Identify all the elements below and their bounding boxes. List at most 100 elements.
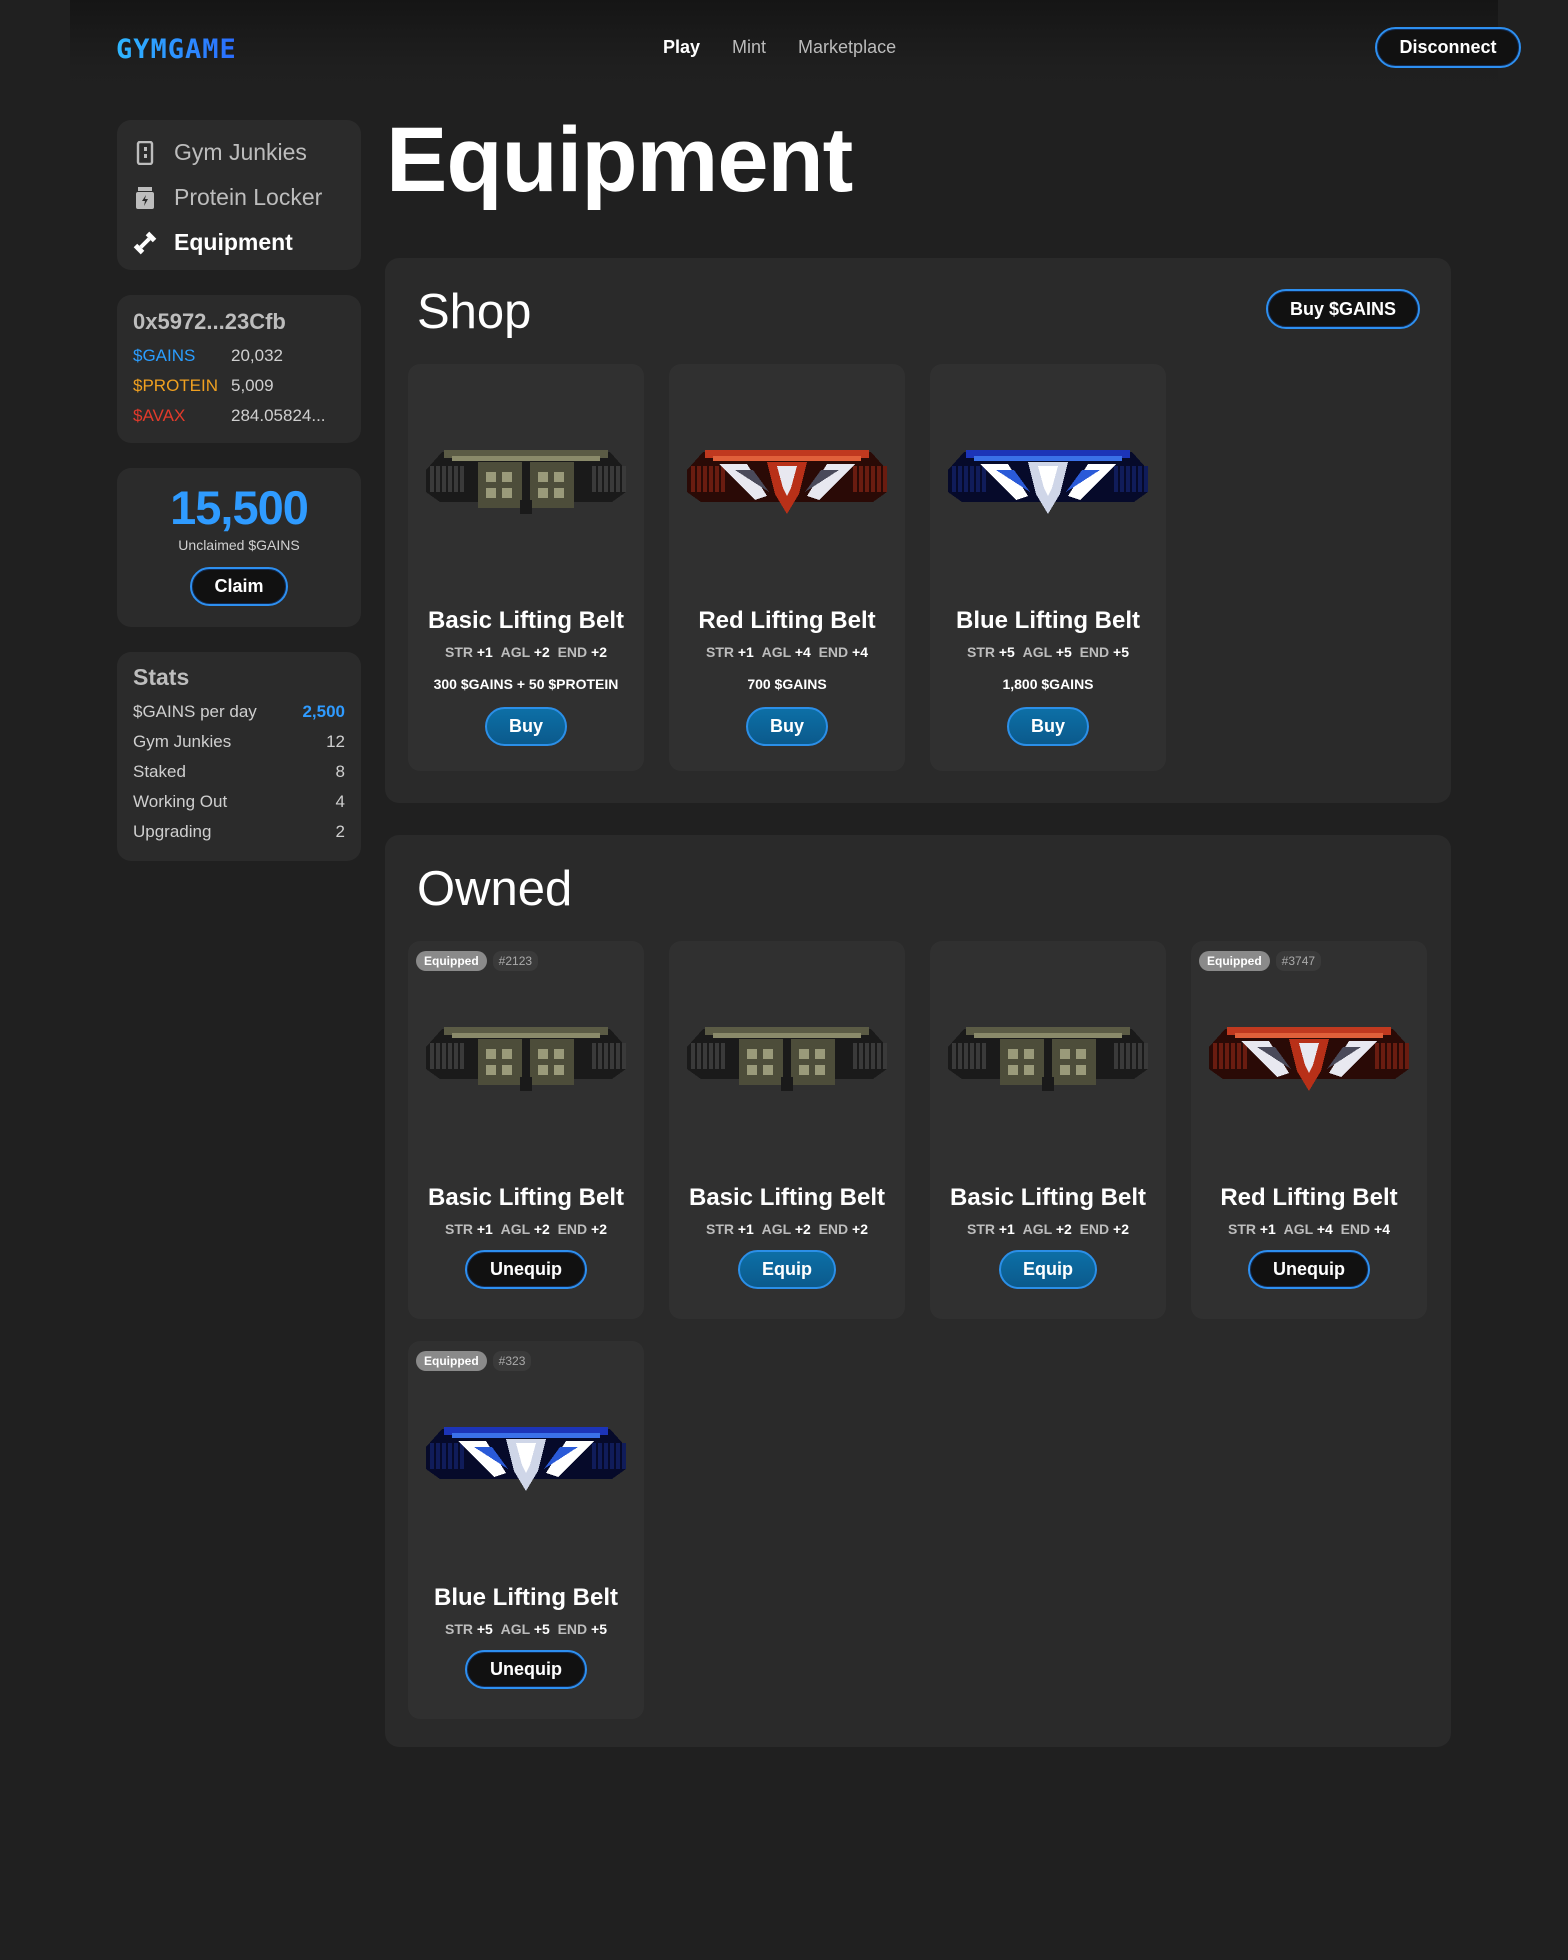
buy-button[interactable]: Buy [746,707,828,746]
stat-value: 4 [335,792,345,811]
item-stats: STR +5 AGL +5 END +5 [930,644,1166,660]
sidebar-item-gym-junkies[interactable]: Gym Junkies [117,130,361,175]
nav-marketplace[interactable]: Marketplace [798,37,896,58]
buy-gains-button[interactable]: Buy $GAINS [1266,289,1420,329]
stat-value: 2,500 [302,702,345,721]
balance-row-avax: $AVAX 284.05824... [133,401,345,431]
owned-item-card: Equipped #2123 Basic Lifting Belt STR +1 AG… [408,941,644,1319]
item-id: #2123 [492,951,539,971]
unclaimed-label: Unclaimed $GAINS [178,537,300,553]
sidebar-item-label: Equipment [174,229,293,255]
stat-row: Upgrading 2 [133,817,345,847]
item-id: #3747 [1275,951,1322,971]
stat-end: END +2 [1079,1221,1129,1237]
token-value: 284.05824... [231,406,326,425]
stat-label: $GAINS per day [133,702,257,721]
stat-label: Upgrading [133,822,212,841]
item-name: Blue Lifting Belt [956,607,1140,634]
item-name: Blue Lifting Belt [434,1584,618,1611]
buy-button[interactable]: Buy [485,707,567,746]
main-nav: Play Mint Marketplace [663,37,896,58]
item-price: 700 $GAINS [747,676,827,692]
equipped-badge: Equipped #3747 [1199,951,1322,971]
stat-str: STR +1 [705,644,754,660]
token-label: $PROTEIN [133,376,219,395]
unclaimed-amount: 15,500 [170,481,309,534]
item-name: Basic Lifting Belt [949,1184,1147,1211]
unequip-button[interactable]: Unequip [465,1250,587,1289]
stat-end: END +5 [1079,644,1129,660]
stat-row: Working Out 4 [133,787,345,817]
token-value: 20,032 [231,346,283,365]
stat-agl: AGL +5 [1022,644,1072,660]
item-price: 300 $GAINS + 50 $PROTEIN [433,676,619,692]
equip-button[interactable]: Equip [999,1250,1097,1289]
owned-title: Owned [417,862,573,916]
token-value: 5,009 [231,376,274,395]
sidebar-item-protein-locker[interactable]: Protein Locker [117,175,361,220]
wallet-panel: 0x5972...23Cfb $GAINS 20,032 $PROTEIN 5,… [117,295,361,443]
owned-item-card: Equipped #323 Blue Lifting Belt STR +5 AGL … [408,1341,644,1719]
stat-agl: AGL +4 [1283,1221,1333,1237]
stat-agl: AGL +2 [1022,1221,1072,1237]
stat-row: $GAINS per day 2,500 [133,697,345,727]
shop-item-card: Red Lifting Belt STR +1 AGL +4 END +4 700 … [669,364,905,771]
stat-label: Gym Junkies [133,732,232,751]
sidebar-menu: Gym Junkies Protein Locker Equipment [117,120,361,270]
owned-item-card: Basic Lifting Belt STR +1 AGL +2 END +2 Eq… [930,941,1166,1319]
token-label: $GAINS [133,346,196,365]
protein-jar-icon [133,186,157,210]
equip-button[interactable]: Equip [738,1250,836,1289]
disconnect-button[interactable]: Disconnect [1375,27,1521,68]
item-name: Basic Lifting Belt [427,607,625,634]
item-stats: STR +1 AGL +4 END +4 [1191,1221,1427,1237]
page-title: Equipment [386,109,853,211]
shop-section: Shop Buy $GAINS Basic Lifting Belt STR +1… [385,258,1451,803]
item-stats: STR +1 AGL +2 END +2 [930,1221,1166,1237]
item-stats: STR +1 AGL +4 END +4 [669,644,905,660]
dumbbell-icon [133,231,157,255]
basic-belt-image [683,1007,891,1107]
stats-title: Stats [133,664,190,690]
equipped-badge: Equipped #323 [416,1351,532,1371]
item-id: #323 [492,1351,532,1371]
stat-agl: AGL +2 [761,1221,811,1237]
item-name: Basic Lifting Belt [427,1184,625,1211]
shop-title: Shop [417,285,532,339]
item-name: Red Lifting Belt [1220,1184,1398,1211]
stat-end: END +2 [818,1221,868,1237]
stat-end: END +5 [557,1621,607,1637]
unequip-button[interactable]: Unequip [465,1650,587,1689]
nav-mint[interactable]: Mint [732,37,766,58]
top-bar: GYMGAME Play Mint Marketplace Disconnect [70,0,1521,96]
buy-button[interactable]: Buy [1007,707,1089,746]
gymgame-logo[interactable]: GYMGAME [116,34,237,65]
stat-end: END +2 [557,1221,607,1237]
item-price: 1,800 $GAINS [1002,676,1094,692]
wallet-address[interactable]: 0x5972...23Cfb [133,309,345,335]
unequip-button[interactable]: Unequip [1248,1250,1370,1289]
owned-item-card: Basic Lifting Belt STR +1 AGL +2 END +2 Eq… [669,941,905,1319]
sidebar-item-label: Protein Locker [174,184,323,210]
red-belt-image [1205,1007,1413,1107]
item-name: Red Lifting Belt [698,607,876,634]
stat-agl: AGL +2 [500,1221,550,1237]
balance-row-gains: $GAINS 20,032 [133,341,345,371]
owned-item-card: Equipped #3747 Red Lifting Belt STR +1 AGL … [1191,941,1427,1319]
nav-play[interactable]: Play [663,37,700,58]
stat-row: Staked 8 [133,757,345,787]
item-name: Basic Lifting Belt [688,1184,886,1211]
stat-label: Working Out [133,792,228,811]
item-stats: STR +1 AGL +2 END +2 [408,1221,644,1237]
stat-str: STR +1 [444,644,493,660]
item-stats: STR +1 AGL +2 END +2 [408,644,644,660]
claim-button[interactable]: Claim [190,567,288,606]
sidebar-item-equipment[interactable]: Equipment [117,220,361,265]
stat-value: 2 [335,822,345,841]
balance-row-protein: $PROTEIN 5,009 [133,371,345,401]
item-stats: STR +5 AGL +5 END +5 [408,1621,644,1637]
stats-panel: Stats $GAINS per day 2,500 Gym Junkies 12 … [117,652,361,861]
stat-str: STR +1 [1227,1221,1276,1237]
equipped-label: Equipped [416,1351,487,1371]
stat-value: 12 [326,732,345,751]
